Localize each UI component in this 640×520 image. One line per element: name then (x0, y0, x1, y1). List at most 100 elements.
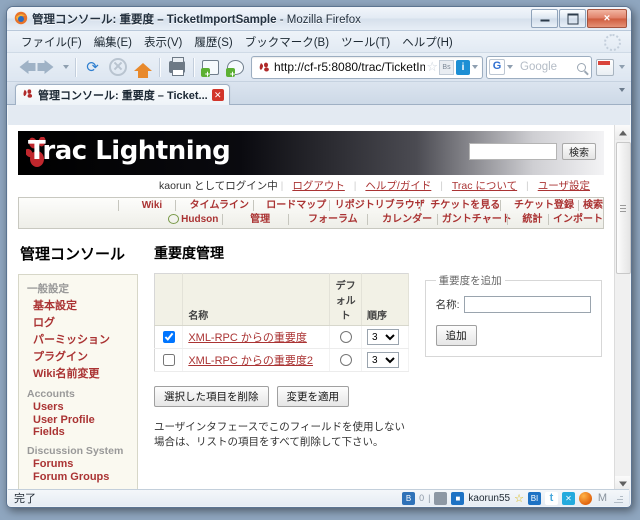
scroll-up-button[interactable] (615, 125, 630, 140)
metanav-prefs[interactable]: ユーザ設定 (538, 180, 590, 192)
admin-link-users[interactable]: Users (33, 401, 129, 413)
stop-button[interactable] (105, 55, 130, 79)
menu-history[interactable]: 履歴(S) (188, 33, 238, 51)
row-default-radio[interactable] (339, 354, 352, 367)
delete-selected-button[interactable]: 選択した項目を削除 (154, 386, 269, 407)
reload-button[interactable]: ⟳ (80, 55, 105, 79)
search-input[interactable]: Google (515, 61, 577, 73)
admin-link-profile-fields[interactable]: User Profile Fields (33, 414, 129, 438)
feed-subscribe-button[interactable] (592, 55, 617, 79)
table-head: 名称 デフォルト 順序 (154, 273, 409, 326)
minimize-button[interactable] (531, 9, 558, 28)
metanav-logout[interactable]: ログアウト (292, 180, 345, 192)
bookmark-service-icon[interactable]: Bs (439, 59, 454, 75)
menu-edit[interactable]: 編集(E) (88, 33, 138, 51)
bookmark-icon[interactable]: BI (528, 491, 541, 505)
row-select-checkbox[interactable] (162, 354, 175, 367)
twitter-icon[interactable]: t (545, 491, 558, 505)
x-service-icon[interactable]: ✕ (562, 491, 575, 505)
admin-link-permission[interactable]: パーミッション (33, 331, 129, 347)
scrollbar-thumb[interactable] (616, 142, 631, 274)
add-feed-button[interactable] (223, 55, 248, 79)
gmail-icon[interactable]: M (596, 492, 609, 505)
apply-changes-button[interactable]: 変更を適用 (276, 386, 349, 407)
close-button[interactable]: × (587, 9, 627, 28)
add-button[interactable]: 追加 (435, 325, 477, 346)
row-name-cell: XML-RPC からの重要度 (182, 325, 331, 349)
tab-favicon (21, 87, 34, 103)
history-dropdown-icon[interactable] (63, 65, 69, 69)
account-icon[interactable]: ■ (451, 491, 465, 505)
browser-tab[interactable]: 管理コンソール: 重要度 – Ticket... ✕ (15, 84, 230, 105)
row-select-checkbox[interactable] (162, 331, 175, 344)
bookmark-star-icon[interactable]: ☆ (426, 59, 438, 75)
search-engine-dropdown-icon[interactable] (507, 65, 513, 69)
toolbar-overflow-icon[interactable] (619, 65, 625, 69)
trac-search-button[interactable]: 検索 (562, 143, 596, 160)
home-button[interactable] (130, 55, 155, 79)
site-favicon (257, 60, 271, 74)
admin-link-wikirename[interactable]: Wiki名前変更 (33, 365, 129, 381)
severity-link[interactable]: XML-RPC からの重要度 (188, 332, 307, 344)
menu-tools[interactable]: ツール(T) (335, 33, 396, 51)
add-name-input[interactable] (463, 296, 591, 313)
nav-gantt[interactable]: ガントチャート (436, 213, 512, 227)
identity-info-icon[interactable]: i (456, 59, 470, 75)
favorite-star-icon[interactable]: ☆ (514, 492, 524, 505)
print-button[interactable] (164, 55, 189, 79)
nav-view-ticket[interactable]: チケットを見る (420, 199, 505, 213)
nav-new-ticket[interactable]: チケット登録 (500, 199, 583, 213)
menu-file[interactable]: ファイル(F) (15, 33, 88, 51)
menu-view[interactable]: 表示(V) (138, 33, 188, 51)
nav-roadmap[interactable]: ロードマップ (253, 199, 334, 213)
row-order-select[interactable]: 3 (367, 329, 400, 345)
page-title: 重要度管理 (154, 245, 224, 261)
nav-timeline[interactable]: タイムライン (175, 199, 258, 213)
admin-link-plugin[interactable]: プラグイン (33, 348, 129, 364)
row-order-select[interactable]: 3 (367, 352, 400, 368)
search-icon[interactable] (577, 62, 586, 72)
metanav-about[interactable]: Trac について (452, 180, 517, 192)
trac-logo-text[interactable]: Trac Lightning (28, 136, 231, 166)
home-icon (133, 63, 152, 78)
url-bar[interactable]: http://cf-r5:8080/trac/TicketImpor ☆ Bs … (251, 55, 483, 79)
admin-link-forum-groups[interactable]: Forum Groups (33, 471, 129, 483)
back-button[interactable] (11, 55, 36, 79)
window-resize-grip[interactable] (613, 493, 623, 503)
page-scrollbar[interactable] (614, 125, 631, 491)
nav-stats[interactable]: 統計 (506, 213, 553, 227)
evernote-icon[interactable]: B (402, 491, 416, 505)
menu-help[interactable]: ヘルプ(H) (396, 33, 458, 51)
nav-wiki[interactable]: Wiki (118, 199, 180, 213)
account-name[interactable]: kaorun55 (468, 493, 510, 504)
row-default-radio[interactable] (339, 331, 352, 344)
urlbar-dropdown-icon[interactable] (472, 65, 478, 69)
window-title-doc: 管理コンソール: 重要度 – TicketImportSample (32, 14, 277, 26)
metanav-help[interactable]: ヘルプ/ガイド (365, 180, 431, 192)
menu-bookmarks[interactable]: ブックマーク(B) (239, 33, 335, 51)
severity-link[interactable]: XML-RPC からの重要度2 (188, 355, 313, 367)
forward-button[interactable] (36, 55, 61, 79)
nav-browser[interactable]: リポジトリブラウザ (329, 199, 425, 213)
firefox-status-icon[interactable] (579, 491, 592, 505)
nav-import[interactable]: インポート (548, 213, 603, 227)
search-bar[interactable]: G Google (486, 55, 592, 79)
admin-link-forums[interactable]: Forums (33, 458, 129, 470)
nav-search[interactable]: 検索 (577, 199, 603, 213)
chat-bubble-icon[interactable] (434, 491, 448, 505)
admin-link-basic[interactable]: 基本設定 (33, 297, 129, 313)
tab-list-dropdown-icon[interactable] (619, 88, 625, 92)
trac-search-input[interactable] (469, 143, 557, 160)
loading-spinner-icon (604, 34, 621, 51)
admin-link-log[interactable]: ログ (33, 314, 129, 330)
google-search-engine-icon[interactable]: G (489, 59, 505, 75)
nav-hudson[interactable]: Hudson (159, 213, 227, 227)
login-status: kaorun としてログイン中 (159, 180, 278, 192)
tab-close-icon[interactable]: ✕ (211, 89, 224, 101)
add-bookmark-button[interactable] (198, 55, 223, 79)
nav-admin[interactable]: 管理 (222, 213, 293, 227)
maximize-button[interactable] (559, 9, 586, 28)
nav-forum[interactable]: フォーラム (288, 213, 372, 227)
nav-calendar[interactable]: カレンダー (367, 213, 441, 227)
